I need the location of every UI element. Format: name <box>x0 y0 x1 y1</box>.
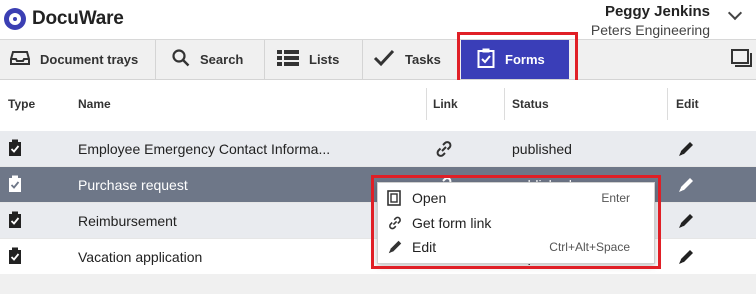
tab-label: Lists <box>309 52 340 67</box>
column-header-link[interactable]: Link <box>433 97 458 111</box>
column-header-type[interactable]: Type <box>8 97 35 111</box>
window-layout-icon[interactable] <box>730 48 752 68</box>
list-icon <box>277 49 299 70</box>
tray-icon <box>10 50 30 69</box>
column-header-edit[interactable]: Edit <box>676 97 699 111</box>
form-name: Reimbursement <box>78 213 177 229</box>
context-menu-open[interactable]: Open Enter <box>378 186 656 210</box>
tab-label: Forms <box>505 52 545 67</box>
column-divider[interactable] <box>426 88 427 120</box>
form-name: Vacation application <box>78 249 203 265</box>
open-icon <box>387 190 401 209</box>
main-navigation: Document trays Search Lists Tasks Forms <box>0 40 756 80</box>
context-menu: Open Enter Get form link Edit Ctrl+Alt+S… <box>377 182 655 264</box>
context-menu-label: Edit <box>412 239 437 255</box>
tab-forms[interactable]: Forms <box>461 40 569 79</box>
table-footer <box>0 274 756 294</box>
pencil-icon[interactable] <box>677 176 695 199</box>
column-header-status[interactable]: Status <box>512 97 549 111</box>
link-icon <box>387 215 403 234</box>
column-divider[interactable] <box>504 88 505 120</box>
form-name: Employee Emergency Contact Informa... <box>78 141 331 157</box>
tab-document-trays[interactable]: Document trays <box>0 40 156 79</box>
checkmark-icon <box>373 49 395 70</box>
app-header: DocuWare Peggy Jenkins Peters Engineerin… <box>0 0 756 40</box>
context-menu-label: Open <box>412 190 447 206</box>
chevron-down-icon[interactable] <box>727 5 743 21</box>
tab-label: Document trays <box>40 52 139 67</box>
pencil-icon <box>387 239 403 258</box>
tab-lists[interactable]: Lists <box>265 40 363 79</box>
logo-text: DocuWare <box>32 8 124 29</box>
form-name: Purchase request <box>78 177 188 193</box>
form-clipboard-icon <box>477 48 495 71</box>
user-organization: Peters Engineering <box>590 22 710 38</box>
form-type-icon <box>8 211 22 234</box>
forms-table-header: Type Name Link Status Edit <box>0 80 756 128</box>
tab-label: Search <box>200 52 244 67</box>
keyboard-shortcut: Enter <box>601 191 630 205</box>
form-type-icon <box>8 175 22 198</box>
column-header-name[interactable]: Name <box>78 97 111 111</box>
form-type-icon <box>8 139 22 162</box>
pencil-icon[interactable] <box>677 248 695 271</box>
link-icon[interactable] <box>434 140 454 163</box>
column-divider[interactable] <box>667 88 668 120</box>
tab-tasks[interactable]: Tasks <box>363 40 459 79</box>
tab-label: Tasks <box>405 52 441 67</box>
user-menu[interactable]: Peggy Jenkins Peters Engineering <box>591 3 710 39</box>
pencil-icon[interactable] <box>677 212 695 235</box>
form-type-icon <box>8 247 22 270</box>
search-icon <box>172 49 190 70</box>
context-menu-label: Get form link <box>412 215 492 231</box>
keyboard-shortcut: Ctrl+Alt+Space <box>549 240 630 254</box>
pencil-icon[interactable] <box>677 140 695 163</box>
user-name: Peggy Jenkins <box>604 3 710 20</box>
tab-search[interactable]: Search <box>156 40 265 79</box>
form-status: published <box>512 141 572 157</box>
context-menu-get-form-link[interactable]: Get form link <box>378 211 656 235</box>
docuware-logo[interactable]: DocuWare <box>4 8 124 30</box>
logo-icon <box>4 8 26 30</box>
context-menu-edit[interactable]: Edit Ctrl+Alt+Space <box>378 235 656 259</box>
table-row[interactable]: Employee Emergency Contact Informa... pu… <box>0 131 756 167</box>
